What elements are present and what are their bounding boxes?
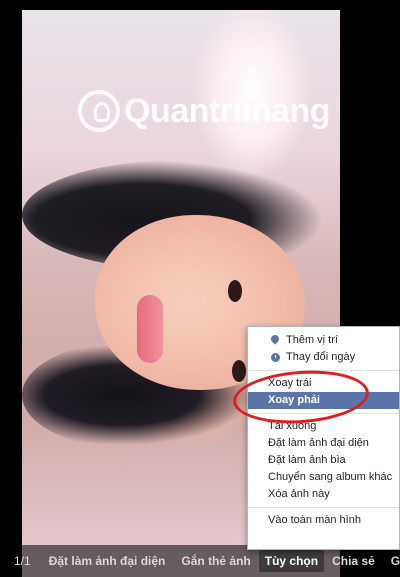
watermark: Quantrimang (78, 88, 331, 134)
location-pin-icon (269, 333, 281, 345)
photo-counter: 1/1 (14, 554, 31, 568)
menu-item-rotate-left[interactable]: Xoay trái (248, 375, 399, 392)
menu-item-delete-photo[interactable]: Xóa ảnh này (248, 486, 399, 503)
menu-item-move-to-album[interactable]: Chuyển sang album khác (248, 469, 399, 486)
photo-lips (137, 295, 163, 363)
menu-item-rotate-right[interactable]: Xoay phải (248, 392, 399, 409)
menu-item-change-date[interactable]: Thay đổi ngày (248, 349, 399, 366)
photo-eye (232, 360, 246, 382)
menu-divider (248, 507, 399, 508)
share-button[interactable]: Chia sẻ (324, 554, 383, 568)
clock-icon (271, 353, 280, 362)
photo-viewer: Quantrimang 1/1 Đặt làm ảnh đại diện Gắn… (0, 0, 400, 577)
tag-photo-button[interactable]: Gắn thẻ ảnh (173, 554, 258, 568)
menu-item-fullscreen[interactable]: Vào toàn màn hình (248, 512, 399, 529)
menu-item-add-location[interactable]: Thêm vị trí (248, 332, 399, 349)
menu-divider (248, 370, 399, 371)
send-button[interactable]: Gửi (383, 554, 400, 568)
make-profile-picture-button[interactable]: Đặt làm ảnh đại diện (41, 554, 174, 568)
options-button[interactable]: Tùy chọn (258, 550, 325, 572)
watermark-text: Quantrimang (124, 91, 331, 130)
menu-item-download[interactable]: Tải xuống (248, 418, 399, 435)
photo-eye (228, 280, 242, 302)
menu-item-label: Thay đổi ngày (286, 351, 356, 363)
options-menu: Thêm vị trí Thay đổi ngày Xoay trái Xoay… (247, 326, 400, 550)
menu-item-make-profile-picture[interactable]: Đặt làm ảnh đại diện (248, 435, 399, 452)
menu-divider (248, 413, 399, 414)
menu-item-label: Thêm vị trí (286, 334, 338, 346)
lightbulb-logo-icon (78, 90, 120, 132)
menu-item-make-cover-photo[interactable]: Đặt làm ảnh bìa (248, 452, 399, 469)
